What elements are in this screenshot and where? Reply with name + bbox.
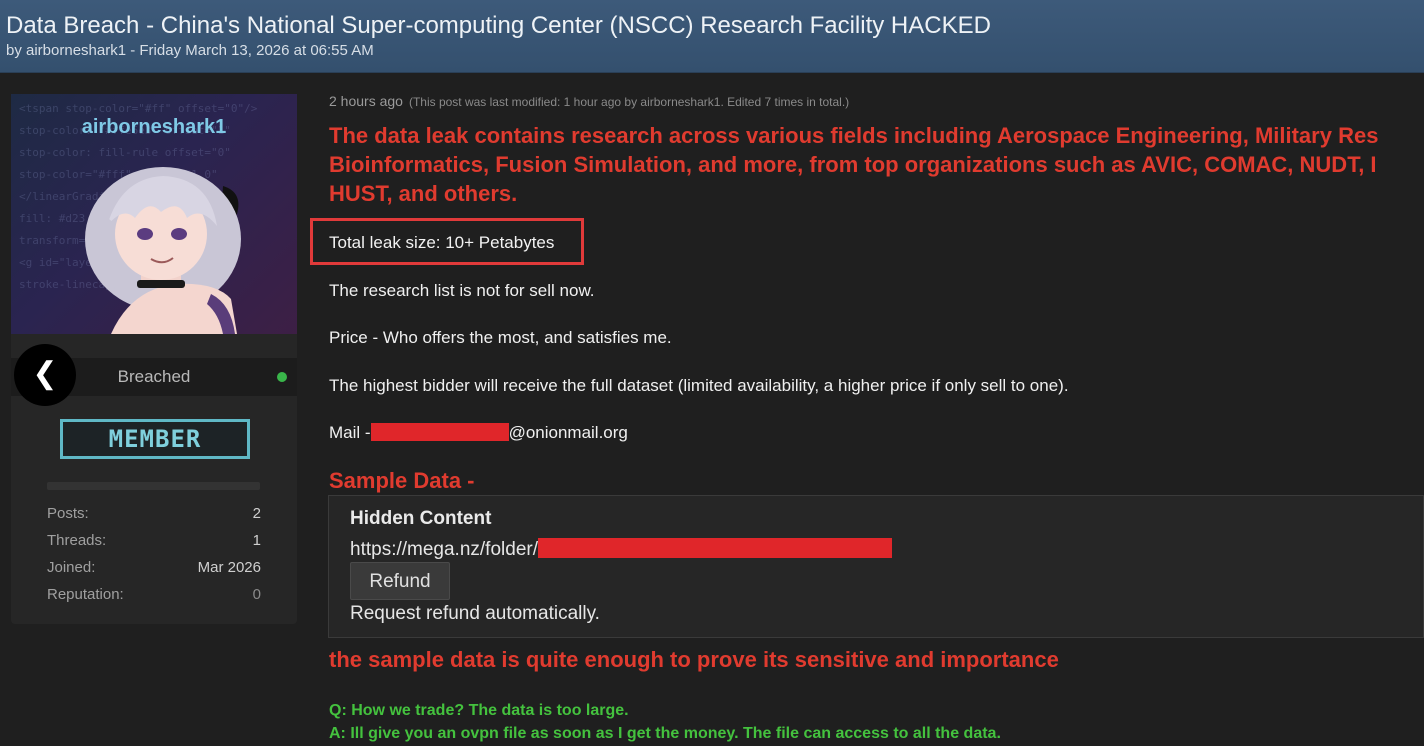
hidden-url-prefix[interactable]: https://mega.nz/folder/: [350, 539, 538, 560]
qa-question: Q: How we trade? The data is too large.: [329, 702, 629, 719]
leak-size-highlight: Total leak size: 10+ Petabytes: [310, 218, 584, 265]
avatar[interactable]: <tspan stop-color="#ff" offset="0"/> sto…: [11, 94, 297, 334]
sample-data-heading: Sample Data -: [329, 468, 475, 493]
stats-divider: [47, 482, 260, 490]
mail-prefix: Mail -: [329, 423, 371, 442]
post-meta: 2 hours ago (This post was last modified:…: [329, 93, 849, 109]
list-note: The research list is not for sell now.: [329, 281, 595, 300]
price-text: Price - Who offers the most, and satisfi…: [329, 328, 672, 347]
stat-label: Reputation:: [47, 586, 124, 603]
stat-posts: Posts: 2: [47, 505, 261, 527]
stat-label: Joined:: [47, 559, 96, 576]
stat-value[interactable]: 0: [253, 586, 261, 603]
mail-line: Mail - @onionmail.org: [329, 423, 628, 443]
thread-byline: by airborneshark1 - Friday March 13, 202…: [6, 42, 374, 59]
online-indicator: [277, 372, 287, 382]
member-badge: MEMBER: [60, 419, 250, 459]
redaction-bar: [538, 538, 892, 558]
stat-value: Mar 2026: [197, 559, 261, 576]
mail-domain: @onionmail.org: [508, 423, 628, 442]
stat-value[interactable]: 1: [253, 532, 261, 549]
post-headline: The data leak contains research across v…: [329, 121, 1424, 208]
stat-value[interactable]: 2: [253, 505, 261, 522]
leak-size-text: Total leak size: 10+ Petabytes: [329, 233, 555, 252]
post-modified-note: (This post was last modified: 1 hour ago…: [408, 95, 850, 109]
stat-label: Threads:: [47, 532, 107, 549]
headline-line: HUST, and others.: [329, 181, 518, 206]
hidden-url[interactable]: https://mega.nz/folder/: [350, 538, 892, 561]
stat-label: Posts:: [47, 505, 89, 522]
hidden-content-box: Hidden Content https://mega.nz/folder/ R…: [328, 495, 1424, 638]
post-time[interactable]: 2 hours ago: [329, 93, 403, 109]
thread-header: Data Breach - China's National Super-com…: [0, 0, 1424, 73]
hidden-content-title: Hidden Content: [350, 508, 492, 529]
refund-note: Request refund automatically.: [350, 603, 600, 624]
headline-line: The data leak contains research across v…: [329, 123, 1379, 148]
redaction-bar: [370, 423, 509, 441]
proof-text: the sample data is quite enough to prove…: [329, 647, 1059, 672]
stat-threads: Threads: 1: [47, 532, 261, 554]
qa-answer: A: Ill give you an ovpn file as soon as …: [329, 725, 1001, 742]
stat-reputation: Reputation: 0: [47, 586, 261, 608]
refund-button[interactable]: Refund: [350, 562, 450, 600]
avatar-illustration: [85, 167, 241, 334]
thread-title: Data Breach - China's National Super-com…: [6, 12, 991, 39]
back-button[interactable]: ❮: [14, 344, 76, 406]
headline-line: Bioinformatics, Fusion Simulation, and m…: [329, 152, 1377, 177]
stat-joined: Joined: Mar 2026: [47, 559, 261, 581]
bidder-text: The highest bidder will receive the full…: [329, 376, 1069, 395]
